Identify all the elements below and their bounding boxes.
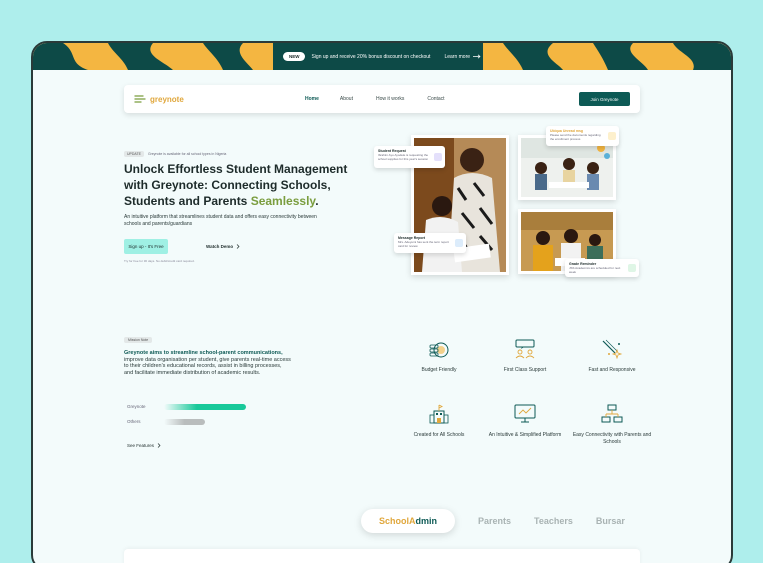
see-features-label: See Features — [127, 443, 155, 448]
feature-label: Budget Friendly — [421, 367, 457, 373]
tab-bursar[interactable]: Bursar — [596, 516, 625, 526]
message-report-text: Mrs. Adeyemi has sent the term report ca… — [398, 240, 449, 248]
logo-text: greynote — [150, 94, 184, 104]
school-building-icon — [429, 404, 449, 424]
browser-frame: NEW Sign up and receive 20% bonus discou… — [31, 41, 733, 563]
feature-first-class-support: First Class Support — [485, 339, 565, 374]
student-request-card: Student Request Ibrahim Ayo Ayodele is r… — [374, 146, 445, 168]
compare-bar-others — [164, 419, 205, 425]
mission-tag: Mission Note — [124, 337, 153, 343]
nav-about[interactable]: About — [340, 96, 353, 102]
classroom-illustration — [521, 138, 613, 197]
compare-label-greynote: Greynote — [127, 404, 146, 409]
mission-lead: Greynote aims to streamline school-paren… — [124, 350, 283, 356]
logo-mark-icon — [134, 95, 146, 103]
mission-text: Greynote aims to streamline school-paren… — [124, 350, 292, 376]
nav-links: Home About How it works Contact — [300, 85, 445, 113]
feature-fast-responsive: Fast and Responsive — [572, 339, 652, 374]
tab-parents[interactable]: Parents — [478, 516, 511, 526]
watch-demo-label: Watch Demo — [206, 244, 234, 249]
unread-message-card: Ubiqua Unread msg Please send the docume… — [546, 126, 619, 146]
tab-school-admin[interactable]: School Admin — [361, 509, 455, 533]
hero-description: An intuitive platform that streamlines s… — [124, 214, 317, 227]
update-pill: UPDATE Greynote is available for all sch… — [124, 151, 226, 157]
hero-title-accent: Seamlessly — [250, 194, 316, 208]
role-tabs: School Admin Parents Teachers Bursar — [361, 508, 625, 534]
feature-created-for-all-schools: Created for All Schools — [399, 404, 479, 439]
feature-label: Fast and Responsive — [588, 367, 636, 373]
mission-rest: improve data organisation per student, g… — [124, 356, 291, 376]
feature-easy-connectivity: Easy Connectivity with Parents and Schoo… — [572, 404, 652, 445]
network-icon — [601, 404, 623, 423]
banner-message: Sign up and receive 20% bonus discount o… — [311, 53, 431, 60]
watch-demo-button[interactable]: Watch Demo — [206, 239, 240, 254]
support-chat-icon — [515, 339, 535, 359]
tab-content-panel — [124, 549, 640, 563]
monitor-icon — [514, 404, 536, 423]
message-icon — [608, 132, 616, 140]
arrow-right-icon — [473, 54, 481, 59]
join-greynote-button[interactable]: Join Greynote — [579, 92, 630, 106]
feature-budget-friendly: Budget Friendly — [399, 339, 479, 374]
learn-more-link[interactable]: Learn more — [444, 54, 481, 60]
compare-bar-greynote — [164, 404, 246, 410]
feature-label: First Class Support — [503, 367, 547, 373]
update-text: Greynote is available for all school typ… — [147, 152, 227, 156]
unread-text: Please send the documents regarding the … — [550, 133, 601, 141]
chevron-right-icon — [157, 443, 161, 448]
tab-teachers[interactable]: Teachers — [534, 516, 573, 526]
sparkle-icon — [602, 339, 623, 359]
update-tag: UPDATE — [124, 151, 144, 157]
nav-home[interactable]: Home — [305, 96, 319, 102]
logo[interactable]: greynote — [134, 94, 184, 104]
learn-more-label: Learn more — [444, 53, 471, 60]
feature-label: Easy Connectivity with Parents and Schoo… — [572, 432, 652, 445]
navbar: greynote Home About How it works Contact… — [124, 85, 640, 113]
report-icon — [455, 239, 463, 247]
grade-reminder-card: Grade Reminder JSS Academics are schedul… — [565, 259, 639, 277]
message-report-card: Message Report Mrs. Adeyemi has sent the… — [394, 233, 466, 253]
student-request-text: Ibrahim Ayo Ayodele is requesting the sc… — [378, 153, 429, 161]
hero-title-end: . — [315, 194, 319, 208]
request-icon — [434, 153, 442, 161]
compare-label-others: Others — [127, 419, 141, 424]
piggy-bank-icon — [429, 342, 449, 358]
feature-label: An Intuitive & Simplified Platform — [488, 432, 562, 438]
feature-label: Created for All Schools — [413, 432, 465, 438]
grade-reminder-text: JSS Academics are scheduled for next wee… — [569, 266, 621, 274]
tab-school-admin-part3: dmin — [415, 516, 438, 526]
hero-title: Unlock Effortless Student Management wit… — [124, 161, 354, 209]
hero-note: Try for free for 30 days. No debit/credi… — [124, 259, 195, 263]
feature-intuitive-platform: An Intuitive & Simplified Platform — [485, 404, 565, 439]
announcement-banner: NEW Sign up and receive 20% bonus discou… — [33, 43, 731, 70]
nav-how-it-works[interactable]: How it works — [376, 96, 404, 102]
calendar-icon — [628, 264, 636, 272]
new-badge: NEW — [282, 52, 306, 61]
chevron-right-icon — [236, 244, 240, 249]
nav-contact[interactable]: Contact — [427, 96, 444, 102]
see-features-link[interactable]: See Features — [127, 443, 161, 448]
signup-button[interactable]: Sign up - It's Free — [124, 239, 168, 254]
tab-school-admin-part1: School — [378, 516, 409, 526]
